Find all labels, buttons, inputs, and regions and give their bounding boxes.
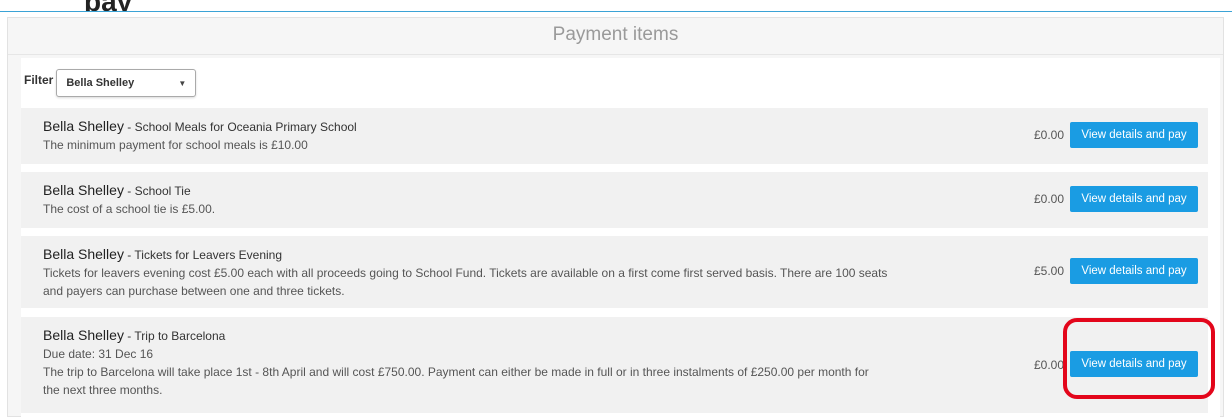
payment-item-text: Bella Shelley - School Meals for Oceania… [43,117,1003,154]
payment-item-title: Bella Shelley - Tickets for Leavers Even… [43,246,283,262]
payment-item-name: Trip to Barcelona [134,329,226,343]
payer-name: Bella Shelley [43,327,124,343]
payment-item-due-date: Due date: 31 Dec 16 [43,347,154,361]
payment-amount: £5.00 [1033,264,1064,278]
payment-item-name: School Meals for Oceania Primary School [134,120,357,134]
payment-items-panel: Payment items Filter Bella Shelley ▼ Bel… [7,17,1224,418]
payment-item: Bella Shelley - Trip to Barcelona Due da… [21,317,1208,413]
payment-item-name: School Tie [134,184,191,198]
panel-title: Payment items [8,18,1223,55]
payment-item: Bella Shelley - Tickets for Leavers Even… [21,236,1208,308]
payment-item-description: The minimum payment for school meals is … [43,138,308,152]
payment-item-title: Bella Shelley - Trip to Barcelona [43,327,226,343]
payer-name: Bella Shelley [43,246,124,262]
payment-amount: £0.00 [1033,358,1064,372]
filter-row: Filter Bella Shelley ▼ [24,66,197,100]
payment-item: Bella Shelley - School Meals for Oceania… [21,108,1208,164]
payment-item-description: The trip to Barcelona will take place 1s… [43,365,869,379]
payment-item-description: the next three months. [43,383,163,397]
payment-item-description: Tickets for leavers evening cost £5.00 e… [43,266,888,280]
view-details-and-pay-button[interactable]: View details and pay [1070,186,1198,212]
payment-item-description: and payers can purchase between one and … [43,284,345,298]
view-details-and-pay-button[interactable]: View details and pay [1070,258,1198,284]
view-details-and-pay-button[interactable]: View details and pay [1070,122,1198,148]
filter-select[interactable]: Bella Shelley ▼ [56,69,197,97]
filter-selected-value: Bella Shelley [66,77,135,89]
payment-item-name: Tickets for Leavers Evening [134,248,283,262]
payment-item-description: The cost of a school tie is £5.00. [43,202,216,216]
payment-item-text: Bella Shelley - Tickets for Leavers Even… [43,245,1003,300]
payer-name: Bella Shelley [43,118,124,134]
chevron-down-icon: ▼ [178,78,187,88]
payment-item-text: Bella Shelley - Trip to Barcelona Due da… [43,326,1003,399]
filter-label: Filter [24,73,54,87]
payment-item-text: Bella Shelley - School Tie The cost of a… [43,181,1003,218]
panel-body: Filter Bella Shelley ▼ Bella Shelley - S… [21,58,1220,418]
payment-item-title: Bella Shelley - School Meals for Oceania… [43,118,357,134]
payment-item-title: Bella Shelley - School Tie [43,182,191,198]
payer-name: Bella Shelley [43,182,124,198]
payment-amount: £0.00 [1033,128,1064,142]
highlight-annotation [1063,318,1215,399]
header-divider [0,11,1232,12]
payment-amount: £0.00 [1033,192,1064,206]
payment-item: Bella Shelley - School Tie The cost of a… [21,172,1208,228]
